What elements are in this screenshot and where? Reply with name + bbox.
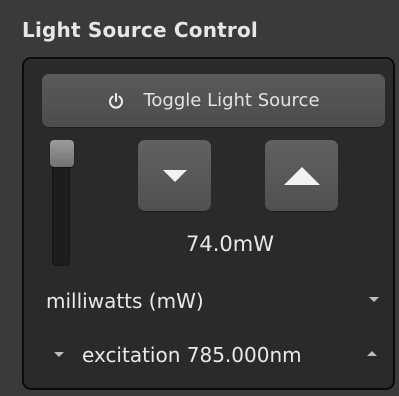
- chevron-up-icon[interactable]: [367, 351, 377, 356]
- triangle-down-icon: [162, 169, 187, 182]
- power-value-readout: 74.0mW: [186, 232, 274, 256]
- power-unit-selected-label: milliwatts (mW): [46, 289, 204, 313]
- excitation-wavelength-label: excitation 785.000nm: [82, 343, 302, 367]
- power-slider-track[interactable]: [52, 152, 70, 266]
- excitation-wavelength-row[interactable]: excitation 785.000nm: [42, 338, 385, 372]
- chevron-down-icon[interactable]: [54, 352, 64, 357]
- toggle-light-source-button[interactable]: Toggle Light Source: [42, 74, 385, 127]
- increase-power-button[interactable]: [265, 140, 338, 211]
- chevron-down-icon[interactable]: [369, 297, 379, 302]
- panel-title: Light Source Control: [22, 18, 258, 42]
- power-icon: [109, 92, 124, 108]
- decrease-power-button[interactable]: [138, 140, 211, 211]
- triangle-up-icon: [283, 166, 320, 185]
- power-unit-select[interactable]: milliwatts (mW): [42, 284, 385, 318]
- toggle-light-source-label: Toggle Light Source: [143, 90, 320, 111]
- power-slider-handle[interactable]: [50, 140, 74, 167]
